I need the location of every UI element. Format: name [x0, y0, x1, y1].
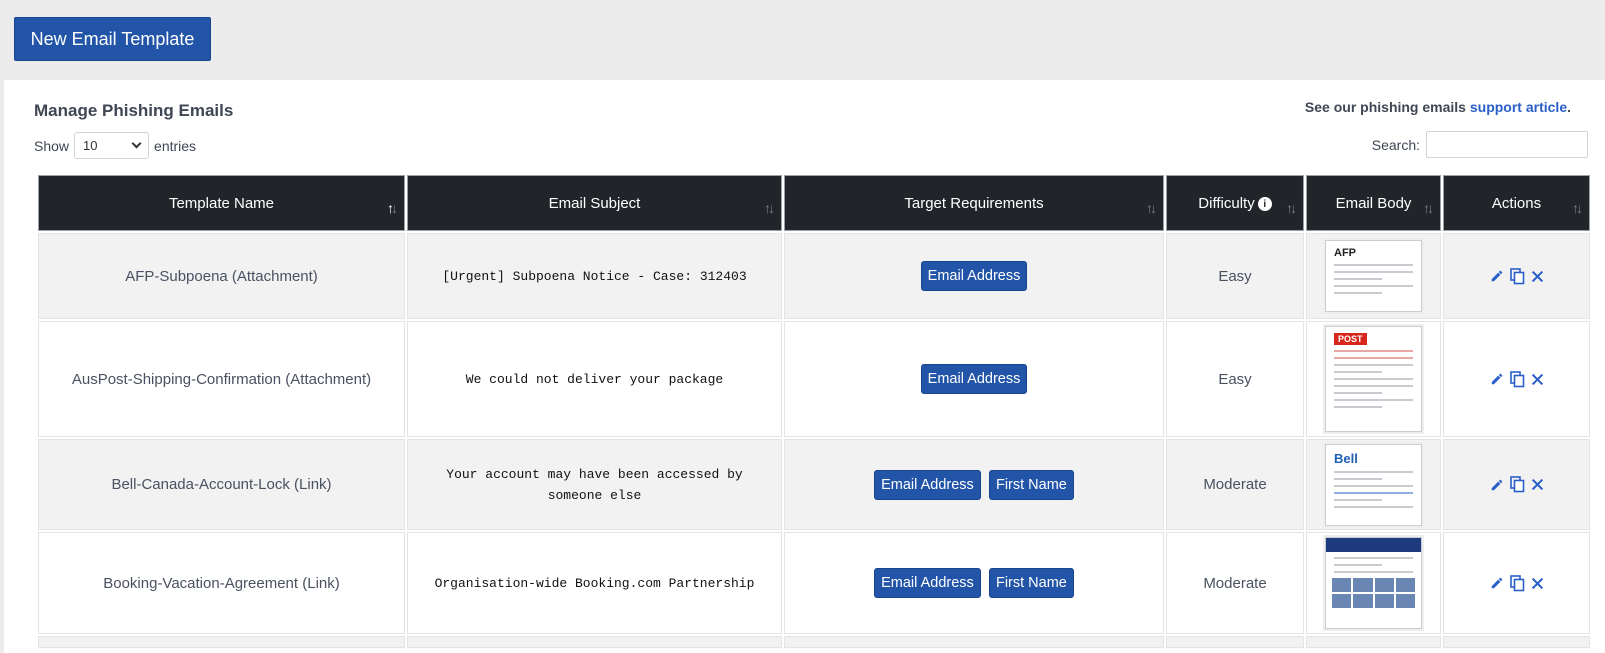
email-body-thumbnail[interactable]: AFP — [1325, 240, 1422, 312]
email-body-thumbnail[interactable] — [1325, 537, 1422, 629]
requirement-tag[interactable]: First Name — [988, 469, 1074, 500]
sort-icon: ↑↓ — [1572, 200, 1583, 216]
column-header-actions[interactable]: Actions ↑↓ — [1443, 175, 1590, 231]
template-name-cell: AFP-Subpoena (Attachment) — [38, 233, 405, 319]
template-name-cell: Bell-Canada-Account-Lock (Link) — [38, 439, 405, 530]
email-body-cell — [1306, 532, 1441, 634]
requirement-tag[interactable]: First Name — [988, 568, 1074, 598]
target-requirements-cell: Email Address — [784, 233, 1164, 319]
email-body-thumbnail[interactable]: POST — [1325, 326, 1422, 432]
copy-icon[interactable] — [1509, 574, 1525, 592]
email-body-cell: AFP — [1306, 233, 1441, 319]
table-row: AusPost-Shipping-Confirmation (Attachmen… — [38, 321, 1590, 437]
pencil-icon[interactable] — [1490, 478, 1504, 492]
thumbnail-image-grid — [1332, 578, 1415, 608]
target-requirements-cell: Email Address First Name — [784, 439, 1164, 530]
copy-icon[interactable] — [1509, 370, 1525, 388]
table-row — [38, 636, 1590, 648]
close-icon[interactable] — [1531, 577, 1544, 590]
table-header-row: Template Name ↑↓ Email Subject ↑↓ Target R… — [38, 175, 1590, 231]
entries-select[interactable]: 10 — [74, 132, 150, 159]
support-text: See our phishing emails support article. — [1305, 99, 1571, 115]
pencil-icon[interactable] — [1490, 576, 1504, 590]
pencil-icon[interactable] — [1490, 269, 1504, 283]
template-name-cell: AusPost-Shipping-Confirmation (Attachmen… — [38, 321, 405, 437]
table-row: Booking-Vacation-Agreement (Link) Organi… — [38, 532, 1590, 634]
actions-cell — [1443, 439, 1590, 530]
sort-icon: ↑↓ — [387, 200, 398, 216]
new-email-template-button[interactable]: New Email Template — [14, 17, 211, 61]
thumbnail-logo: POST — [1334, 333, 1367, 345]
email-body-cell: POST — [1306, 321, 1441, 437]
difficulty-cell: Easy — [1166, 321, 1304, 437]
support-suffix: . — [1567, 99, 1571, 115]
difficulty-cell: Easy — [1166, 233, 1304, 319]
pencil-icon[interactable] — [1490, 372, 1504, 386]
thumbnail-logo: Bell — [1334, 450, 1358, 466]
support-article-link[interactable]: support article — [1470, 99, 1567, 115]
actions-cell — [1443, 321, 1590, 437]
sort-icon: ↑↓ — [764, 200, 775, 216]
copy-icon[interactable] — [1509, 476, 1525, 493]
requirement-tag[interactable]: Email Address — [874, 469, 981, 500]
table-row: Bell-Canada-Account-Lock (Link) Your acc… — [38, 439, 1590, 530]
phishing-emails-table: Template Name ↑↓ Email Subject ↑↓ Target R… — [36, 173, 1592, 650]
difficulty-cell: Moderate — [1166, 532, 1304, 634]
search-label: Search: — [1371, 136, 1420, 153]
copy-icon[interactable] — [1509, 267, 1525, 285]
column-header-target-requirements[interactable]: Target Requirements ↑↓ — [784, 175, 1164, 231]
sort-icon: ↑↓ — [1146, 200, 1157, 216]
chevron-down-icon — [131, 138, 142, 149]
column-header-difficulty[interactable]: Difficulty i ↑↓ — [1166, 175, 1304, 231]
close-icon[interactable] — [1531, 478, 1544, 491]
manage-phishing-panel: Manage Phishing Emails See our phishing … — [4, 80, 1605, 653]
column-header-email-body[interactable]: Email Body ↑↓ — [1306, 175, 1441, 231]
thumbnail-logo: AFP — [1334, 247, 1356, 259]
requirement-tag[interactable]: Email Address — [920, 261, 1028, 291]
support-prefix: See our phishing emails — [1304, 99, 1470, 115]
entries-length-control: Show 10 entries — [34, 132, 196, 159]
difficulty-cell: Moderate — [1166, 439, 1304, 530]
target-requirements-cell: Email Address First Name — [784, 532, 1164, 634]
search-input[interactable] — [1426, 131, 1588, 158]
length-suffix: entries — [154, 137, 197, 154]
info-icon[interactable]: i — [1257, 197, 1272, 211]
sort-icon: ↑↓ — [1423, 200, 1434, 216]
template-name-cell: Booking-Vacation-Agreement (Link) — [38, 532, 405, 634]
thumbnail-header — [1326, 538, 1421, 552]
email-subject-cell: We could not deliver your package — [407, 321, 782, 437]
page-title: Manage Phishing Emails — [34, 101, 234, 120]
close-icon[interactable] — [1531, 373, 1544, 386]
close-icon[interactable] — [1531, 270, 1544, 283]
actions-cell — [1443, 532, 1590, 634]
sort-icon: ↑↓ — [1286, 200, 1297, 216]
target-requirements-cell: Email Address — [784, 321, 1164, 437]
email-body-thumbnail[interactable]: Bell — [1325, 443, 1422, 526]
requirement-tag[interactable]: Email Address — [920, 364, 1028, 394]
actions-cell — [1443, 233, 1590, 319]
entries-select-value: 10 — [83, 138, 98, 153]
email-subject-cell: [Urgent] Subpoena Notice - Case: 312403 — [407, 233, 782, 319]
search-control: Search: — [1372, 131, 1588, 158]
email-body-cell: Bell — [1306, 439, 1441, 530]
column-header-template-name[interactable]: Template Name ↑↓ — [38, 175, 405, 231]
length-prefix: Show — [34, 137, 70, 154]
email-subject-cell: Your account may have been accessed by s… — [407, 439, 782, 530]
table-row: AFP-Subpoena (Attachment) [Urgent] Subpo… — [38, 233, 1590, 319]
requirement-tag[interactable]: Email Address — [874, 568, 981, 598]
column-header-email-subject[interactable]: Email Subject ↑↓ — [407, 175, 782, 231]
email-subject-cell: Organisation-wide Booking.com Partnershi… — [407, 532, 782, 634]
